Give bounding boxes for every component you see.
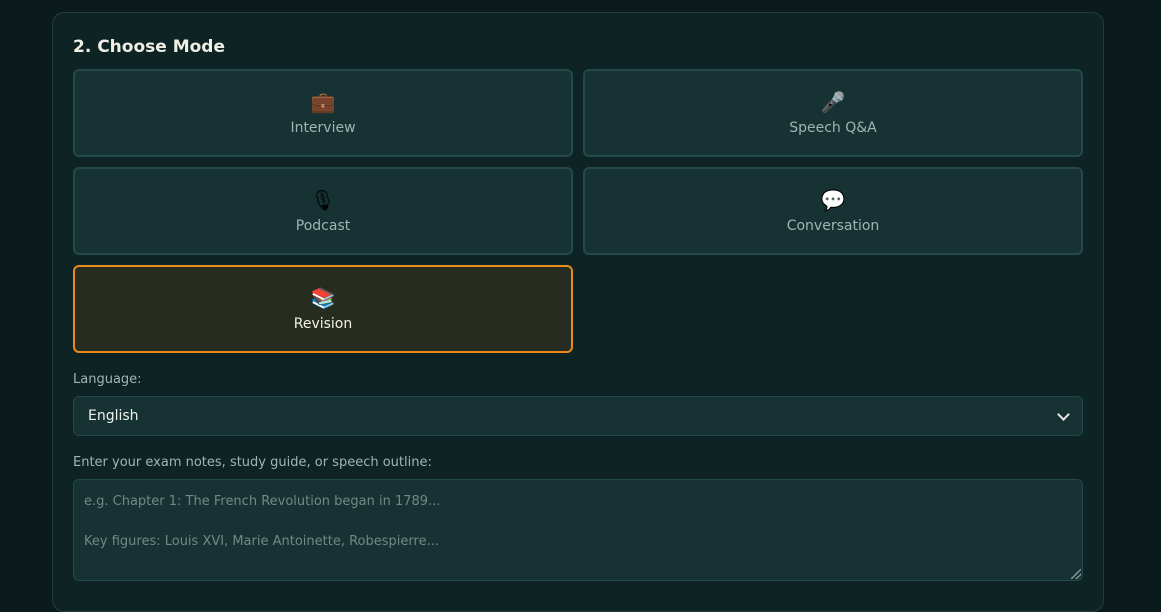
language-selected-value: English <box>88 408 139 424</box>
mode-label: Conversation <box>786 218 880 234</box>
briefcase-icon: 💼 <box>310 90 336 114</box>
speech-bubble-icon: 💬 <box>820 188 846 212</box>
language-label: Language: <box>73 372 142 387</box>
mode-label: Revision <box>293 316 353 332</box>
books-icon: 📚 <box>310 286 336 310</box>
chevron-down-icon <box>1057 407 1070 421</box>
mode-label: Speech Q&A <box>789 120 877 136</box>
studio-microphone-icon: 🎙 <box>310 188 336 212</box>
mode-card-podcast[interactable]: 🎙 Podcast <box>73 167 573 255</box>
resize-handle-icon[interactable] <box>1071 569 1081 579</box>
mode-label: Interview <box>290 120 356 136</box>
mode-card-speech-qa[interactable]: 🎤 Speech Q&A <box>583 69 1083 157</box>
mode-panel: 2. Choose Mode 💼 Interview 🎤 Speech Q&A … <box>52 12 1104 612</box>
mode-card-conversation[interactable]: 💬 Conversation <box>583 167 1083 255</box>
mode-label: Podcast <box>295 218 351 234</box>
section-title: 2. Choose Mode <box>73 37 226 57</box>
microphone-icon: 🎤 <box>820 90 846 114</box>
mode-grid: 💼 Interview 🎤 Speech Q&A 🎙 Podcast 💬 Con… <box>73 69 1083 353</box>
notes-textarea[interactable] <box>73 479 1083 581</box>
language-select[interactable]: English <box>73 396 1083 436</box>
notes-label: Enter your exam notes, study guide, or s… <box>73 455 432 470</box>
mode-card-revision[interactable]: 📚 Revision <box>73 265 573 353</box>
mode-card-interview[interactable]: 💼 Interview <box>73 69 573 157</box>
